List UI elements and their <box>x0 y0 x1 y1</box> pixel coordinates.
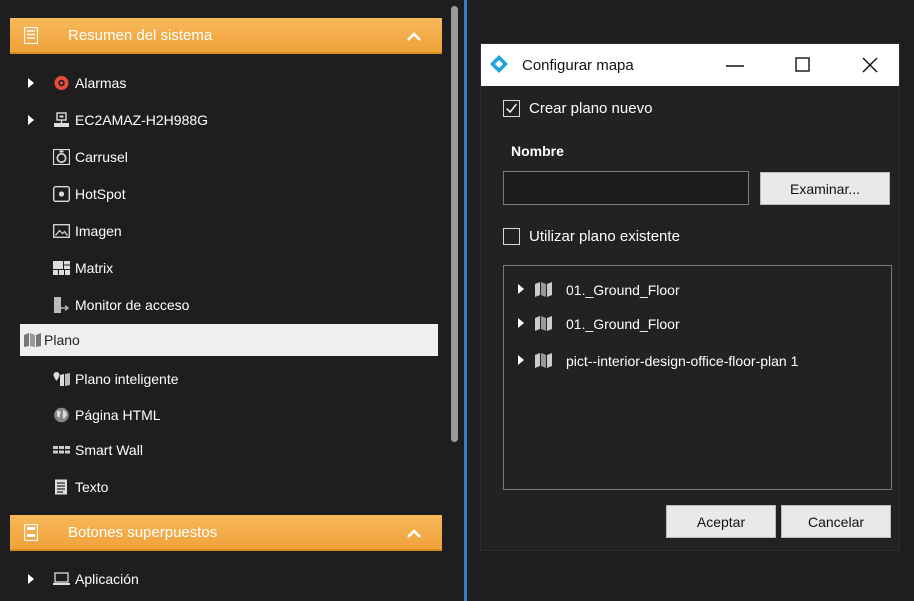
tree-item-aplicacion[interactable]: Aplicación <box>20 563 438 595</box>
create-new-label[interactable]: Crear plano nuevo <box>529 100 652 117</box>
tree-item-label: Matrix <box>75 260 114 276</box>
alarm-icon <box>54 76 69 90</box>
tree-item-smart-wall[interactable]: Smart Wall <box>20 434 438 466</box>
tree-item-label: HotSpot <box>75 186 126 202</box>
system-overview-panel: Resumen del sistema Alarmas EC2AMAZ-H2H9… <box>0 0 460 601</box>
plan-label: 01._Ground_Floor <box>566 316 680 332</box>
minimize-icon[interactable] <box>723 54 747 76</box>
map-icon <box>535 316 552 331</box>
section-title: Resumen del sistema <box>68 27 213 44</box>
tree-item-monitor-acceso[interactable]: Monitor de acceso <box>20 289 438 321</box>
overlay-buttons-header[interactable]: Botones superpuestos <box>10 515 442 551</box>
use-existing-label[interactable]: Utilizar plano existente <box>529 228 680 245</box>
create-new-checkbox[interactable] <box>503 100 520 117</box>
scrollbar[interactable] <box>451 6 458 442</box>
tree-item-plano-inteligente[interactable]: Plano inteligente <box>20 363 438 395</box>
tree-item-carrusel[interactable]: Carrusel <box>20 141 438 173</box>
tree-item-matrix[interactable]: Matrix <box>20 252 438 284</box>
hotspot-icon <box>53 186 70 202</box>
plan-label: pict--interior-design-office-floor-plan … <box>566 353 799 369</box>
maximize-icon[interactable] <box>791 54 815 76</box>
section-title: Botones superpuestos <box>68 524 218 541</box>
expand-arrow-icon[interactable] <box>28 115 34 125</box>
expand-arrow-icon[interactable] <box>518 355 524 365</box>
system-overview-header[interactable]: Resumen del sistema <box>10 18 442 54</box>
tree-item-texto[interactable]: Texto <box>20 471 438 503</box>
tree-item-label: Página HTML <box>75 407 161 423</box>
tree-item-label: Texto <box>75 479 109 495</box>
tree-item-alarmas[interactable]: Alarmas <box>20 67 438 99</box>
globe-icon <box>54 407 69 423</box>
tree-item-plano[interactable]: Plano <box>20 324 438 356</box>
tree-item-hotspot[interactable]: HotSpot <box>20 178 438 210</box>
plan-list-item[interactable]: 01._Ground_Floor <box>504 274 891 306</box>
expand-arrow-icon[interactable] <box>28 78 34 88</box>
map-icon <box>535 282 552 297</box>
access-monitor-icon <box>54 297 70 313</box>
map-icon <box>535 353 552 368</box>
smart-wall-icon <box>53 446 70 454</box>
accept-button[interactable]: Aceptar <box>666 505 776 538</box>
checkmark-icon <box>506 103 517 114</box>
server-icon <box>54 112 69 127</box>
document-icon <box>24 27 38 44</box>
tree-item-label: Monitor de acceso <box>75 297 190 313</box>
text-icon <box>55 479 67 495</box>
existing-plans-list[interactable]: 01._Ground_Floor 01._Ground_Floor pict--… <box>503 265 892 490</box>
plan-list-item[interactable]: 01._Ground_Floor <box>504 308 891 340</box>
browse-button[interactable]: Examinar... <box>760 172 890 205</box>
carousel-icon <box>53 149 70 165</box>
tree-item-label: Imagen <box>75 223 122 239</box>
dialog-title: Configurar mapa <box>522 57 634 74</box>
cancel-button[interactable]: Cancelar <box>781 505 891 538</box>
configure-map-dialog: Configurar mapa Crear plano nuevo Nombre… <box>480 43 900 551</box>
tree-item-pagina-html[interactable]: Página HTML <box>20 399 438 431</box>
tree-item-server[interactable]: EC2AMAZ-H2H988G <box>20 104 438 136</box>
name-label: Nombre <box>511 143 564 159</box>
tree-item-label: Carrusel <box>75 149 128 165</box>
expand-arrow-icon[interactable] <box>518 318 524 328</box>
tree-item-label: EC2AMAZ-H2H988G <box>75 112 209 128</box>
expand-arrow-icon[interactable] <box>518 284 524 294</box>
chevron-up-icon[interactable] <box>406 29 422 43</box>
tree-item-label: Alarmas <box>75 75 127 91</box>
smart-map-icon <box>53 372 70 386</box>
name-input[interactable] <box>503 171 749 205</box>
plan-list-item[interactable]: pict--interior-design-office-floor-plan … <box>504 345 891 377</box>
close-icon[interactable] <box>858 54 882 76</box>
tree-item-label: Aplicación <box>75 571 139 587</box>
use-existing-checkbox[interactable] <box>503 228 520 245</box>
app-logo-icon <box>490 55 508 73</box>
image-icon <box>53 224 70 238</box>
plan-label: 01._Ground_Floor <box>566 282 680 298</box>
overlay-icon <box>24 524 38 541</box>
chevron-up-icon[interactable] <box>406 526 422 540</box>
matrix-icon <box>53 261 70 275</box>
tree-item-label: Plano inteligente <box>75 371 179 387</box>
tree-item-imagen[interactable]: Imagen <box>20 215 438 247</box>
map-icon <box>24 333 41 347</box>
dialog-titlebar[interactable]: Configurar mapa <box>481 44 899 86</box>
expand-arrow-icon[interactable] <box>28 574 34 584</box>
laptop-icon <box>53 572 70 585</box>
tree-item-label: Plano <box>44 332 80 348</box>
tree-item-label: Smart Wall <box>75 442 143 458</box>
